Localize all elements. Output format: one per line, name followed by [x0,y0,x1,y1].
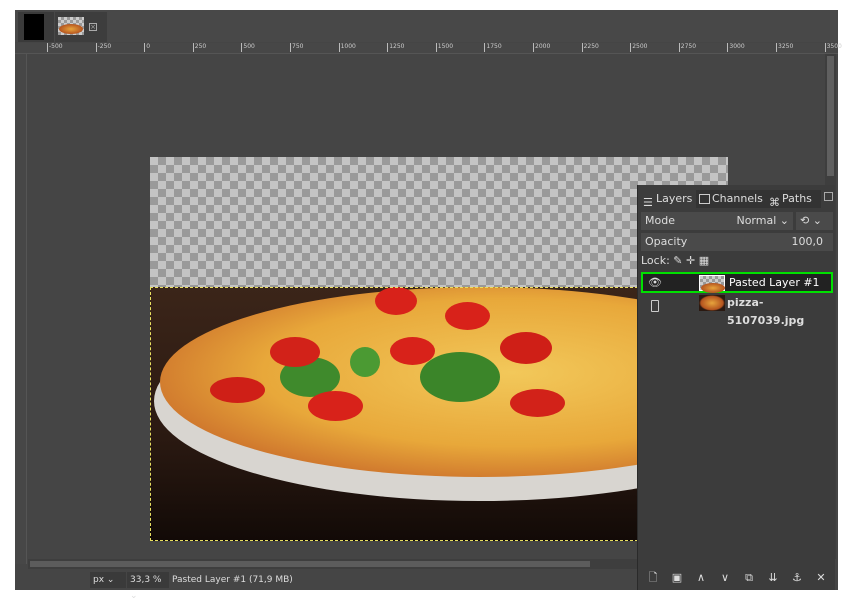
image-tab-black[interactable] [18,12,54,42]
mode-label: Mode [645,214,675,227]
tab-thumbnail [24,14,44,40]
new-layer-icon[interactable]: 🗋 [646,571,660,585]
lock-pixels-icon[interactable]: ✎ [673,254,682,267]
opacity-value: 100,0 [791,235,824,248]
tab-layers[interactable]: ☰ Layers [640,190,693,209]
dock-menu-button[interactable] [824,192,833,201]
layer-thumbnail [699,295,725,311]
ruler-tick-label: 3250 [776,43,794,52]
tab-thumbnail [58,17,84,35]
eye-icon[interactable]: 👁 [648,274,662,292]
merge-down-icon[interactable]: ⇊ [766,571,780,585]
mode-value: Normal ⌄ [736,214,789,227]
tab-channels[interactable]: Channels [696,190,766,208]
gimp-window: × -500 -250 0 250 500 750 1000 1250 1500 1750 2000… [15,10,842,601]
delete-layer-icon[interactable]: ✕ [814,571,828,585]
vertical-ruler [15,54,27,564]
layer-name: pizza-5107039.jpg [727,296,805,327]
ruler-tick-label: 1750 [484,43,502,52]
ruler-tick-label: 0 [144,43,151,52]
opacity-spinner[interactable]: Opacity 100,0 [641,233,833,251]
ruler-tick-label: 1250 [387,43,405,52]
unit-select[interactable]: px ⌄ [90,572,126,588]
anchor-layer-icon[interactable]: ⚓ [790,571,804,585]
layers-dock: ☰ Layers Channels ⌘ Paths Mode Normal ⌄ ⟲ ⌄… [637,185,835,590]
ruler-tick-label: -250 [95,43,112,52]
tab-label: Channels [712,192,763,205]
ruler-tick-label: 1000 [338,43,356,52]
cursor-pointer [651,300,659,312]
zoom-select[interactable]: 33,3 % ⌄ [127,572,169,601]
ruler-tick-label: -500 [47,43,63,52]
lock-row: Lock: ✎ ✛ ▦ [641,252,833,270]
close-icon[interactable]: × [89,23,97,31]
horizontal-scrollbar[interactable] [28,559,638,569]
ruler-tick-label: 3000 [727,43,745,52]
image-tabs: × [15,10,838,42]
paths-icon: ⌘ [769,196,780,209]
channels-icon [699,194,710,204]
lock-position-icon[interactable]: ✛ [686,254,695,267]
new-layer-group-icon[interactable]: ▣ [670,571,684,585]
status-info: Pasted Layer #1 (71,9 MB) [172,575,293,585]
layers-icon: ☰ [643,196,653,209]
tab-label: Paths [782,192,812,205]
ruler-tick-label: 2250 [581,43,599,52]
status-bar: px ⌄ 33,3 % ⌄ Pasted Layer #1 (71,9 MB) [15,570,637,601]
opacity-label: Opacity [645,235,688,248]
horizontal-ruler: -500 -250 0 250 500 750 1000 1250 1500 1750 2000 22… [15,43,842,54]
ruler-tick-label: 250 [192,43,207,52]
lock-alpha-icon[interactable]: ▦ [699,254,709,267]
layer-thumbnail [699,275,725,293]
layer-row-pizza[interactable]: pizza-5107039.jpg [641,294,833,327]
mode-select[interactable]: Mode Normal ⌄ [641,212,793,230]
ruler-tick-label: 750 [290,43,304,52]
layer-name: Pasted Layer #1 [729,276,820,289]
ruler-tick-label: 2000 [533,43,551,52]
tab-paths[interactable]: ⌘ Paths [766,190,821,209]
ruler-tick-label: 500 [241,43,255,52]
raise-layer-icon[interactable]: ∧ [694,571,708,585]
image-tab-pizza[interactable]: × [55,12,107,42]
ruler-tick-label: 2750 [678,43,697,52]
layer-row-pasted[interactable]: 👁 Pasted Layer #1 [641,272,833,293]
lock-label: Lock: [641,254,670,267]
duplicate-layer-icon[interactable]: ⧉ [742,571,756,585]
tab-label: Layers [656,192,693,205]
composite-mode-button[interactable]: ⟲ ⌄ [796,212,833,230]
ruler-tick-label: 2500 [630,43,648,52]
lower-layer-icon[interactable]: ∨ [718,571,732,585]
ruler-tick-label: 3500 [824,43,842,52]
ruler-tick-label: 1500 [435,43,454,52]
